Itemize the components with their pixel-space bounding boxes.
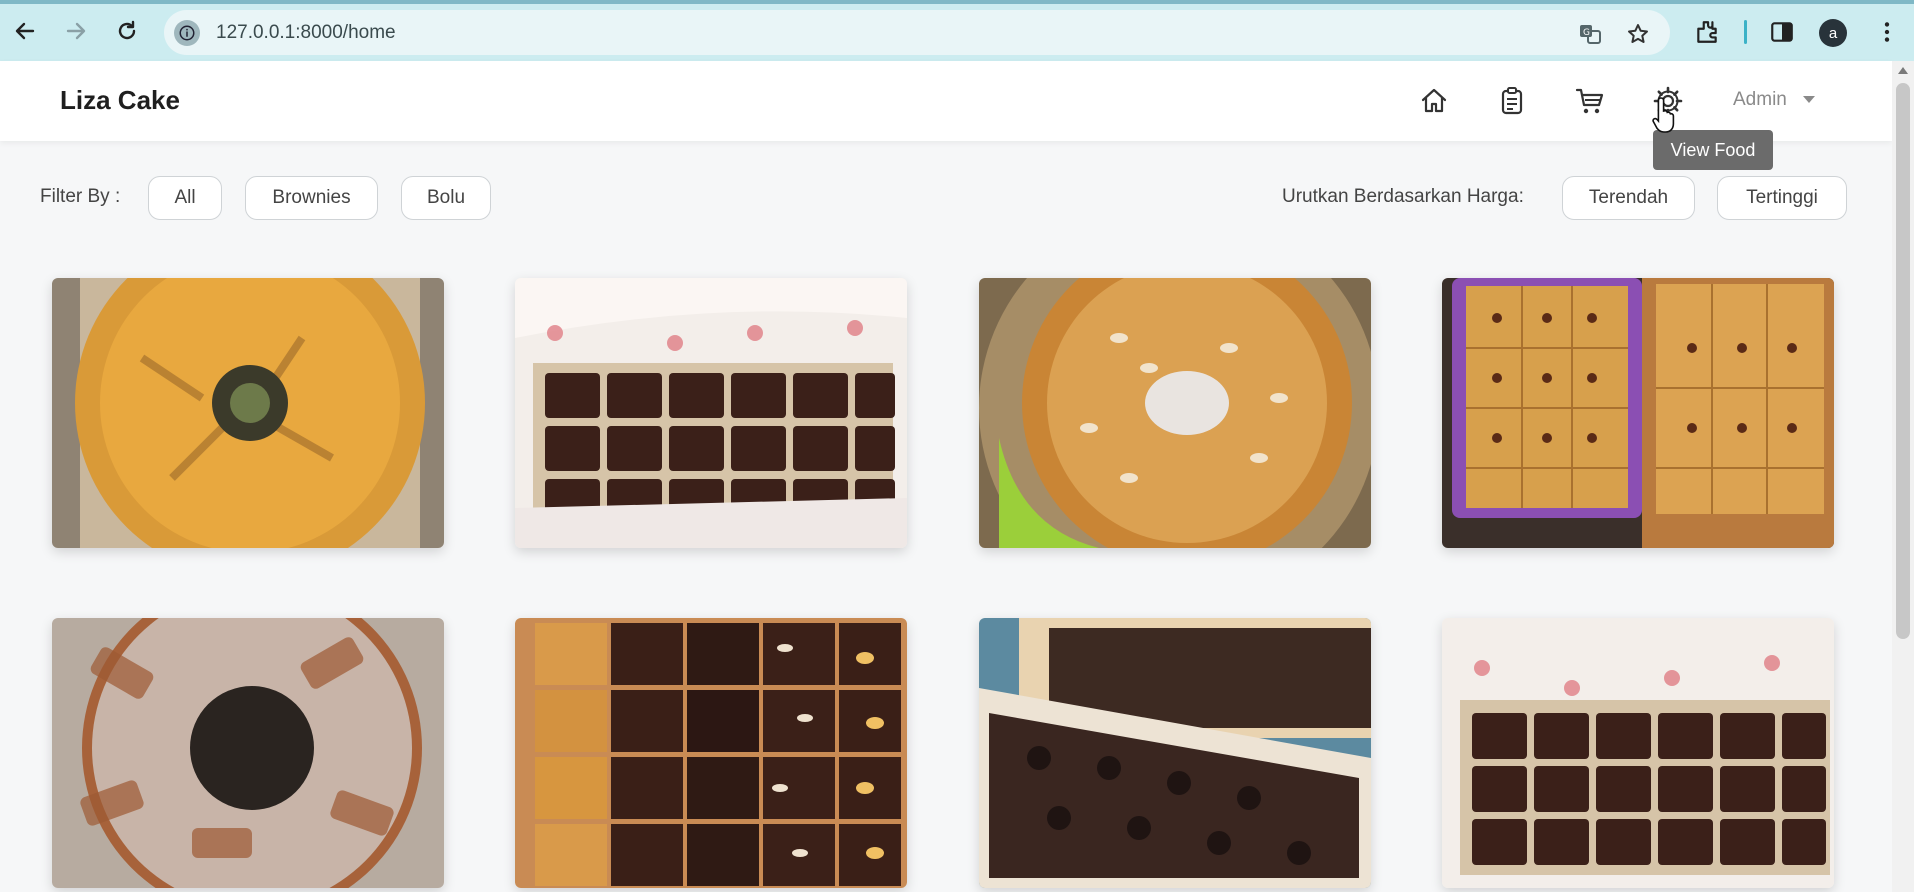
url-text[interactable]: 127.0.0.1:8000/home: [216, 22, 396, 44]
filter-bolu-button[interactable]: Bolu: [401, 176, 491, 220]
home-icon[interactable]: [1418, 85, 1450, 117]
scroll-up-arrow-icon[interactable]: [1898, 67, 1908, 74]
clipboard-icon[interactable]: [1496, 85, 1528, 117]
sort-lowest-button[interactable]: Terendah: [1562, 176, 1695, 220]
browser-toolbar: 127.0.0.1:8000/home G a: [0, 0, 1914, 61]
translate-icon[interactable]: G: [1578, 22, 1602, 46]
extensions-icon[interactable]: [1694, 19, 1720, 45]
product-card-assorted-topping-brownies[interactable]: [515, 618, 907, 888]
hand-cursor-icon: [1652, 94, 1680, 134]
filter-all-button[interactable]: All: [148, 176, 222, 220]
admin-dropdown[interactable]: Admin: [1733, 89, 1787, 111]
filter-brownies-button[interactable]: Brownies: [245, 176, 378, 220]
page-scrollbar[interactable]: [1892, 61, 1914, 892]
product-card-almond-ring-cake[interactable]: [979, 278, 1371, 548]
brand-logo[interactable]: Liza Cake: [60, 85, 180, 116]
back-icon[interactable]: [10, 16, 40, 46]
product-card-sugared-bundt-cake[interactable]: [52, 618, 444, 888]
profile-avatar[interactable]: a: [1819, 19, 1847, 47]
app-navbar: Liza Cake Admin: [0, 61, 1892, 141]
star-icon[interactable]: [1626, 22, 1650, 46]
menu-icon[interactable]: [1874, 19, 1900, 45]
cart-icon[interactable]: [1574, 85, 1606, 117]
address-bar[interactable]: 127.0.0.1:8000/home G: [164, 10, 1670, 55]
view-food-tooltip: View Food: [1653, 130, 1773, 170]
product-card-brownies-box[interactable]: [515, 278, 907, 548]
site-info-icon[interactable]: [174, 20, 200, 46]
chevron-down-icon[interactable]: [1803, 96, 1815, 103]
product-card-brownies-box-2[interactable]: [1442, 618, 1834, 888]
filter-label: Filter By :: [40, 186, 121, 207]
svg-text:G: G: [1583, 28, 1590, 38]
product-card-marble-bundt-cake[interactable]: [52, 278, 444, 548]
sort-highest-button[interactable]: Tertinggi: [1717, 176, 1847, 220]
product-card-raisin-bars-trays[interactable]: [1442, 278, 1834, 548]
product-card-cookie-brownies-tray[interactable]: [979, 618, 1371, 888]
toolbar-separator: [1744, 20, 1747, 44]
reload-icon[interactable]: [112, 16, 142, 46]
side-panel-icon[interactable]: [1769, 19, 1795, 45]
sort-label: Urutkan Berdasarkan Harga:: [1282, 186, 1524, 207]
scrollbar-thumb[interactable]: [1896, 83, 1910, 639]
forward-icon[interactable]: [61, 16, 91, 46]
